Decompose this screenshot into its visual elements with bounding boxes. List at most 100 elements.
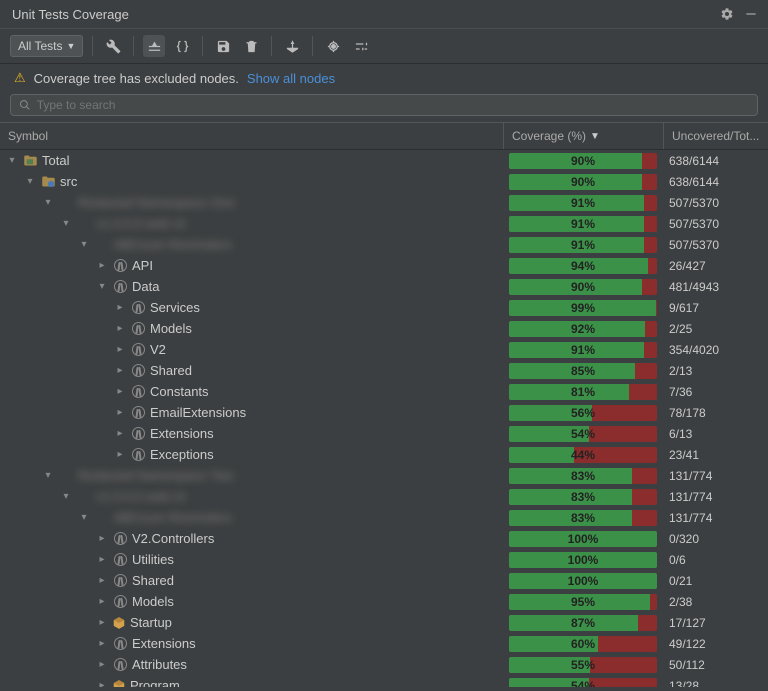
chevron-right-icon[interactable]: ▸ xyxy=(114,407,126,418)
scope-dropdown[interactable]: All Tests ▼ xyxy=(10,35,83,57)
tree-row[interactable]: ▾Total90%638/6144 xyxy=(0,150,768,171)
tree-row[interactable]: ▾ABCsum Reminders83%131/774 xyxy=(0,507,768,528)
chevron-right-icon[interactable]: ▸ xyxy=(114,302,126,313)
tree-row[interactable]: ▸Shared100%0/21 xyxy=(0,570,768,591)
navigate-icon[interactable] xyxy=(281,35,303,57)
tree-row[interactable]: ▸Exceptions44%23/41 xyxy=(0,444,768,465)
chevron-right-icon[interactable]: ▸ xyxy=(96,260,108,271)
chevron-down-icon[interactable]: ▾ xyxy=(42,470,54,481)
chevron-down-icon[interactable]: ▾ xyxy=(6,155,18,166)
show-all-nodes-link[interactable]: Show all nodes xyxy=(247,71,335,86)
tree-row[interactable]: ▾Redacted Namespace One91%507/5370 xyxy=(0,192,768,213)
search-box[interactable] xyxy=(10,94,758,116)
tree-row[interactable]: ▾v1.0.0.0 web Ui83%131/774 xyxy=(0,486,768,507)
tree-row[interactable]: ▸Constants81%7/36 xyxy=(0,381,768,402)
tree-row-symbol[interactable]: ▸EmailExtensions xyxy=(0,402,503,423)
delete-icon[interactable] xyxy=(240,35,262,57)
tree-row[interactable]: ▾src90%638/6144 xyxy=(0,171,768,192)
tree-row-label: Extensions xyxy=(150,426,214,441)
coverage-tree[interactable]: ▾Total90%638/6144▾src90%638/6144▾Redacte… xyxy=(0,150,768,687)
tree-row-symbol[interactable]: ▸V2 xyxy=(0,339,503,360)
tree-row[interactable]: ▸Shared85%2/13 xyxy=(0,360,768,381)
tree-row-symbol[interactable]: ▸Startup xyxy=(0,612,503,633)
chevron-right-icon[interactable]: ▸ xyxy=(114,449,126,460)
tree-row-symbol[interactable]: ▸Services xyxy=(0,297,503,318)
tree-row[interactable]: ▸Extensions60%49/122 xyxy=(0,633,768,654)
chevron-down-icon[interactable]: ▾ xyxy=(78,512,90,523)
tree-row-symbol[interactable]: ▾src xyxy=(0,171,503,192)
tree-row[interactable]: ▸Services99%9/617 xyxy=(0,297,768,318)
tree-row[interactable]: ▸V291%354/4020 xyxy=(0,339,768,360)
chevron-right-icon[interactable]: ▸ xyxy=(96,554,108,565)
gear-icon[interactable] xyxy=(720,7,734,21)
search-input[interactable] xyxy=(37,98,749,112)
settings-sliders-icon[interactable] xyxy=(350,35,372,57)
chevron-down-icon[interactable]: ▾ xyxy=(96,281,108,292)
tree-row[interactable]: ▾Redacted Namespace Two83%131/774 xyxy=(0,465,768,486)
chevron-right-icon[interactable]: ▸ xyxy=(96,575,108,586)
tree-row[interactable]: ▸Program54%13/28 xyxy=(0,675,768,687)
tree-row-symbol[interactable]: ▾Data xyxy=(0,276,503,297)
chevron-right-icon[interactable]: ▸ xyxy=(114,365,126,376)
tree-row-symbol[interactable]: ▸Attributes xyxy=(0,654,503,675)
chevron-right-icon[interactable]: ▸ xyxy=(96,659,108,670)
tree-row-symbol[interactable]: ▾v1.0.0.0 web Ui xyxy=(0,213,503,234)
tree-row[interactable]: ▾ABCsum Reminders91%507/5370 xyxy=(0,234,768,255)
tree-row-symbol[interactable]: ▸Extensions xyxy=(0,633,503,654)
tree-row-symbol[interactable]: ▸Shared xyxy=(0,570,503,591)
wrench-icon[interactable] xyxy=(102,35,124,57)
chevron-right-icon[interactable]: ▸ xyxy=(96,680,108,687)
tree-row-symbol[interactable]: ▸Shared xyxy=(0,360,503,381)
tree-row-symbol[interactable]: ▾ABCsum Reminders xyxy=(0,507,503,528)
tree-row-symbol[interactable]: ▸Models xyxy=(0,318,503,339)
header-symbol[interactable]: Symbol xyxy=(0,123,503,149)
tree-row-symbol[interactable]: ▸Constants xyxy=(0,381,503,402)
header-uncovered[interactable]: Uncovered/Tot... xyxy=(663,123,768,149)
chevron-right-icon[interactable]: ▸ xyxy=(114,386,126,397)
tree-row-symbol[interactable]: ▾Redacted Namespace Two xyxy=(0,465,503,486)
tree-row[interactable]: ▸Startup87%17/127 xyxy=(0,612,768,633)
tree-row-symbol[interactable]: ▸ Extensions xyxy=(0,423,503,444)
chevron-right-icon[interactable]: ▸ xyxy=(96,617,108,628)
chevron-down-icon[interactable]: ▾ xyxy=(24,176,36,187)
chevron-right-icon[interactable]: ▸ xyxy=(114,428,126,439)
tree-row[interactable]: ▸V2.Controllers100%0/320 xyxy=(0,528,768,549)
tree-row-symbol[interactable]: ▸Utilities xyxy=(0,549,503,570)
tree-row[interactable]: ▸Utilities100%0/6 xyxy=(0,549,768,570)
chevron-down-icon[interactable]: ▾ xyxy=(60,491,72,502)
chevron-right-icon[interactable]: ▸ xyxy=(114,344,126,355)
tree-row-symbol[interactable]: ▸Program xyxy=(0,675,503,687)
tree-row-symbol[interactable]: ▸Exceptions xyxy=(0,444,503,465)
target-icon[interactable] xyxy=(322,35,344,57)
minimize-icon[interactable] xyxy=(744,7,758,21)
tree-row[interactable]: ▸Models95%2/38 xyxy=(0,591,768,612)
tree-row-symbol[interactable]: ▸Models xyxy=(0,591,503,612)
tree-row[interactable]: ▸API94%26/427 xyxy=(0,255,768,276)
coverage-bar: 90% xyxy=(509,174,657,190)
chevron-right-icon[interactable]: ▸ xyxy=(114,323,126,334)
tree-row-symbol[interactable]: ▾Redacted Namespace One xyxy=(0,192,503,213)
tree-row-symbol[interactable]: ▾Total xyxy=(0,150,503,171)
chevron-down-icon[interactable]: ▾ xyxy=(78,239,90,250)
tree-row[interactable]: ▸Attributes55%50/112 xyxy=(0,654,768,675)
tree-row-symbol[interactable]: ▾v1.0.0.0 web Ui xyxy=(0,486,503,507)
tree-row[interactable]: ▸EmailExtensions56%78/178 xyxy=(0,402,768,423)
uncovered-total: 9/617 xyxy=(663,301,768,315)
chevron-right-icon[interactable]: ▸ xyxy=(96,638,108,649)
braces-icon[interactable] xyxy=(171,35,193,57)
tree-row-symbol[interactable]: ▸V2.Controllers xyxy=(0,528,503,549)
tree-row[interactable]: ▾v1.0.0.0 web Ui91%507/5370 xyxy=(0,213,768,234)
coverage-bar: 90% xyxy=(509,279,657,295)
tree-row-symbol[interactable]: ▸API xyxy=(0,255,503,276)
save-icon[interactable] xyxy=(212,35,234,57)
tree-row[interactable]: ▸Extensions54%6/13 xyxy=(0,423,768,444)
chevron-right-icon[interactable]: ▸ xyxy=(96,533,108,544)
chevron-down-icon[interactable]: ▾ xyxy=(60,218,72,229)
tree-row[interactable]: ▾Data90%481/4943 xyxy=(0,276,768,297)
highlight-icon[interactable] xyxy=(143,35,165,57)
chevron-right-icon[interactable]: ▸ xyxy=(96,596,108,607)
tree-row[interactable]: ▸Models92%2/25 xyxy=(0,318,768,339)
header-coverage[interactable]: Coverage (%) ▼ xyxy=(503,123,663,149)
chevron-down-icon[interactable]: ▾ xyxy=(42,197,54,208)
tree-row-symbol[interactable]: ▾ABCsum Reminders xyxy=(0,234,503,255)
